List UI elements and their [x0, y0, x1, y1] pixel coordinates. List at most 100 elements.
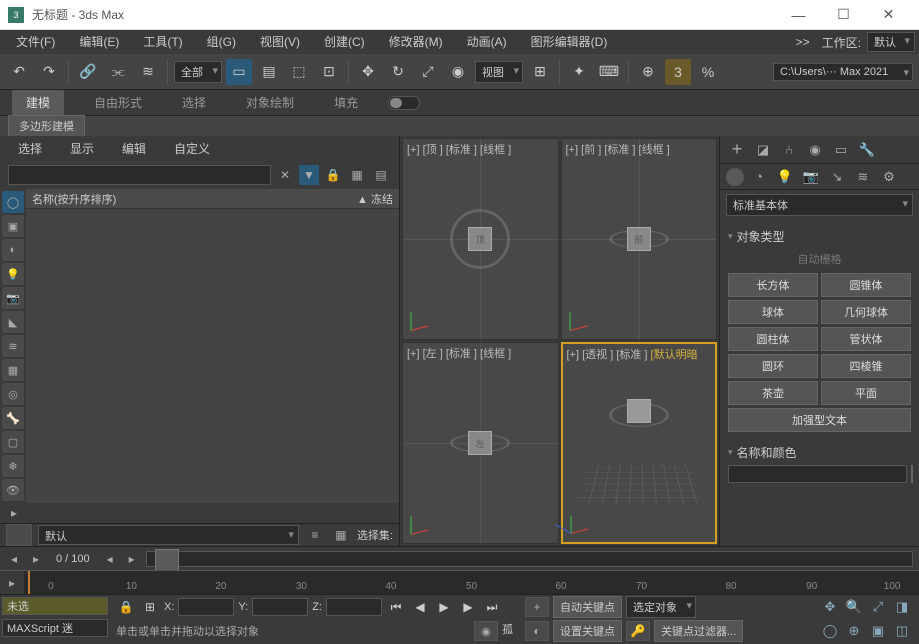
nav-zoomext-button[interactable]: ⤢ — [867, 597, 889, 617]
ribbon-objpaint[interactable]: 对象绘制 — [236, 94, 304, 111]
menu-animation[interactable]: 动画(A) — [455, 30, 519, 54]
filter-group-icon[interactable]: ▦ — [2, 359, 24, 381]
nav-pan-button[interactable]: ✥ — [819, 597, 841, 617]
scale-tool[interactable]: ⤢ — [415, 59, 441, 85]
selection-center-button[interactable]: ⊞ — [140, 597, 160, 617]
refcoord-select[interactable]: 视图 — [475, 61, 523, 83]
list-header-name[interactable]: 名称(按升序排序) — [32, 191, 337, 207]
percent-snap-toggle[interactable]: % — [695, 59, 721, 85]
layer-btn-2[interactable]: ▦ — [331, 525, 351, 545]
scene-tab-custom[interactable]: 自定义 — [164, 136, 220, 161]
filter-shape-icon[interactable]: ◐ — [2, 239, 24, 261]
y-input[interactable] — [252, 598, 308, 616]
viewcube-persp[interactable] — [627, 399, 651, 423]
bind-button[interactable]: ≋ — [135, 59, 161, 85]
redo-button[interactable]: ↷ — [36, 59, 62, 85]
filter-camera-icon[interactable]: 📷 — [2, 287, 24, 309]
btn-textplus[interactable]: 加强型文本 — [728, 408, 911, 432]
next-frame-button[interactable]: ▶ — [458, 597, 478, 617]
modify-panel-button[interactable]: ◪ — [752, 139, 774, 161]
view-button-1[interactable]: ▦ — [347, 165, 367, 185]
viewport-perspective[interactable]: [+] [透视 ] [标准 ] [默认明暗 — [561, 342, 718, 544]
time-slider[interactable] — [146, 551, 913, 567]
nav-maximize-button[interactable]: ▣ — [867, 621, 889, 641]
primitive-category-select[interactable]: 标准基本体 — [726, 194, 913, 216]
list-header-frozen[interactable]: ▲ 冻结 — [337, 191, 393, 207]
viewcube-top[interactable]: 顶 — [468, 227, 492, 251]
rotate-tool[interactable]: ↻ — [385, 59, 411, 85]
filter-hidden-icon[interactable]: 👁 — [2, 479, 24, 501]
ribbon-modeling[interactable]: 建模 — [12, 90, 64, 115]
close-button[interactable]: ✕ — [866, 0, 911, 30]
prev-frame-button[interactable]: ◀ — [410, 597, 430, 617]
filter-xref-icon[interactable]: ◎ — [2, 383, 24, 405]
menu-group[interactable]: 组(G) — [195, 30, 248, 54]
helpers-icon[interactable]: ↘ — [826, 166, 848, 188]
menu-edit[interactable]: 编辑(E) — [67, 30, 131, 54]
object-name-input[interactable] — [728, 465, 907, 483]
lock-selection-button[interactable]: 🔒 — [116, 597, 136, 617]
ribbon-freeform[interactable]: 自由形式 — [84, 94, 152, 111]
viewport-left[interactable]: [+] [左 ] [标准 ] [线框 ] 左 — [402, 342, 559, 544]
menu-tools[interactable]: 工具(T) — [131, 30, 194, 54]
select-name-button[interactable]: ▤ — [256, 59, 282, 85]
viewport-left-label[interactable]: [+] [左 ] [标准 ] [线框 ] — [407, 345, 511, 361]
btn-tube[interactable]: 管状体 — [821, 327, 911, 351]
manipulate-button[interactable]: ✦ — [566, 59, 592, 85]
minimize-button[interactable]: — — [776, 0, 821, 30]
menu-create[interactable]: 创建(C) — [312, 30, 377, 54]
filter-button[interactable]: ▼ — [299, 165, 319, 185]
lights-icon[interactable]: 💡 — [774, 166, 796, 188]
setkey-large-button[interactable]: + — [525, 597, 549, 617]
btn-torus[interactable]: 圆环 — [728, 354, 818, 378]
unlink-button[interactable]: ⫘ — [105, 59, 131, 85]
btn-cylinder[interactable]: 圆柱体 — [728, 327, 818, 351]
ruler-toggle[interactable]: ▸ — [0, 571, 24, 594]
rect-select-button[interactable]: ⬚ — [286, 59, 312, 85]
menu-grapheditor[interactable]: 图形编辑器(D) — [519, 30, 620, 54]
filter-container-icon[interactable]: ▢ — [2, 431, 24, 453]
window-crossing-button[interactable]: ⊡ — [316, 59, 342, 85]
viewport-top-label[interactable]: [+] [顶 ] [标准 ] [线框 ] — [407, 141, 511, 157]
time-last-button[interactable]: ▸ — [124, 551, 140, 567]
spacewarps-icon[interactable]: ≋ — [852, 166, 874, 188]
scope-select[interactable]: 全部 — [174, 61, 222, 83]
filter-all-icon[interactable]: ◯ — [2, 191, 24, 213]
maximize-button[interactable]: ☐ — [821, 0, 866, 30]
shapes-icon[interactable]: ◔ — [748, 166, 770, 188]
btn-box[interactable]: 长方体 — [728, 273, 818, 297]
autokey-button[interactable]: 自动关键点 — [553, 596, 622, 618]
expand-icon[interactable]: ▸ — [4, 503, 24, 523]
create-panel-button[interactable]: + — [726, 139, 748, 161]
nav-zoom-button[interactable]: 🔍 — [843, 597, 865, 617]
isolate-button[interactable]: ◉ — [474, 621, 498, 641]
pivot-button[interactable]: ⊞ — [527, 59, 553, 85]
ribbon-selection[interactable]: 选择 — [172, 94, 216, 111]
keyboard-button[interactable]: ⌨ — [596, 59, 622, 85]
ruler-track[interactable]: 0 10 20 30 40 50 60 70 80 90 100 — [24, 571, 919, 594]
geometry-icon[interactable] — [726, 168, 744, 186]
layer-select[interactable]: 默认 — [38, 525, 299, 545]
filter-helper-icon[interactable]: ◣ — [2, 311, 24, 333]
scene-tab-edit[interactable]: 编辑 — [112, 136, 156, 161]
time-prev-button[interactable]: ◂ — [6, 551, 22, 567]
ribbon-toggle[interactable] — [388, 96, 420, 110]
nav-walk-button[interactable]: ⊕ — [843, 621, 865, 641]
view-button-2[interactable]: ▤ — [371, 165, 391, 185]
scene-tab-select[interactable]: 选择 — [8, 136, 52, 161]
menu-modifier[interactable]: 修改器(M) — [377, 30, 455, 54]
select-tool[interactable]: ▭ — [226, 59, 252, 85]
viewcube-left[interactable]: 左 — [468, 431, 492, 455]
keyfilter-button[interactable]: 关键点过滤器... — [654, 620, 743, 642]
hierarchy-panel-button[interactable]: ⑃ — [778, 139, 800, 161]
filter-frozen-icon[interactable]: ❄ — [2, 455, 24, 477]
keymode-select[interactable]: 选定对象 — [626, 596, 696, 618]
z-input[interactable] — [326, 598, 382, 616]
nav-fov-button[interactable]: ◨ — [891, 597, 913, 617]
play-button[interactable]: ▶ — [434, 597, 454, 617]
menu-file[interactable]: 文件(F) — [4, 30, 67, 54]
x-input[interactable] — [178, 598, 234, 616]
viewport-persp-label[interactable]: [+] [透视 ] [标准 ] [默认明暗 — [567, 346, 698, 362]
viewcube-front[interactable]: 前 — [627, 227, 651, 251]
keymode-button[interactable]: ◐ — [525, 621, 549, 641]
